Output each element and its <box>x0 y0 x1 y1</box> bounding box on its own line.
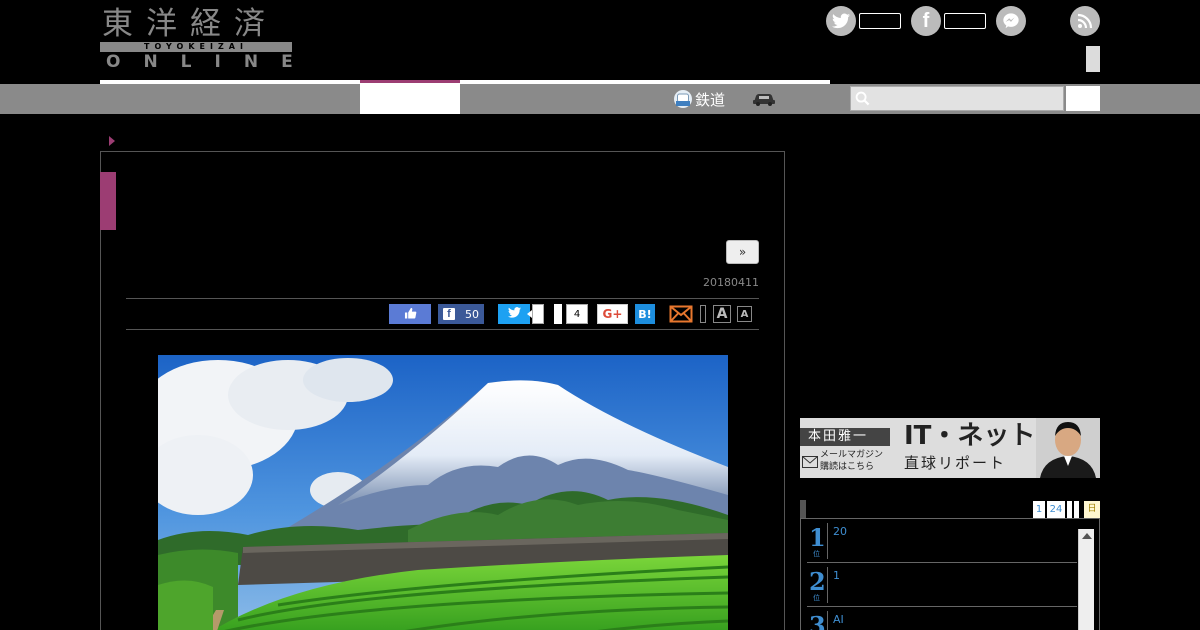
ranking-item-3[interactable]: 3 AI <box>807 607 1077 630</box>
envelope-icon <box>802 453 818 472</box>
banner-mail-line1: メールマガジン <box>820 450 884 460</box>
article-photo <box>158 355 728 630</box>
twitter-follow-count <box>859 13 901 29</box>
nav-item-railway[interactable]: 鉄道 <box>674 87 725 111</box>
author-photo <box>1036 418 1100 478</box>
ranking-number: 2 <box>809 567 826 596</box>
logo-online: ONLINE <box>106 52 316 72</box>
facebook-share-button[interactable]: f 50 <box>438 304 484 324</box>
print-button[interactable] <box>700 305 706 323</box>
facebook-icon[interactable]: f <box>911 6 941 36</box>
ranking-divider <box>827 567 828 603</box>
divider-bottom <box>126 329 759 330</box>
site-logo[interactable]: 東洋経済 TOYOKEIZAI ONLINE <box>100 6 293 72</box>
hatena-button[interactable]: B! <box>635 304 655 324</box>
share-count: 4 <box>573 308 581 320</box>
like-button[interactable] <box>389 304 431 324</box>
banner-mail-line2: 購読はこちら <box>820 462 875 472</box>
facebook-like-count <box>944 13 986 29</box>
search-button[interactable] <box>1066 86 1100 111</box>
scroll-up-icon <box>1082 533 1092 539</box>
nav-item-active[interactable] <box>360 80 460 114</box>
share-count-box: 4 <box>566 304 588 324</box>
ranking-tab-daily[interactable]: 日 <box>1084 501 1100 518</box>
google-plus-button[interactable]: G+ <box>597 304 628 324</box>
tweet-count-box <box>527 304 544 324</box>
tweet-icon <box>507 307 521 321</box>
messenger-icon[interactable] <box>996 6 1026 36</box>
hatena-icon: B! <box>638 307 652 321</box>
font-small-button[interactable]: A <box>737 306 752 322</box>
mail-icon[interactable] <box>669 304 693 324</box>
ranking-suffix: 位 <box>813 550 820 558</box>
ranking-title: 20 <box>833 525 847 538</box>
nav-item-car[interactable] <box>752 87 776 111</box>
article-date: 20180411 <box>703 276 759 289</box>
ranking-divider <box>827 523 828 559</box>
facebook-share-count: 50 <box>465 307 479 321</box>
logo-band: TOYOKEIZAI <box>100 42 292 52</box>
it-net-banner[interactable]: 本田雅一 IT・ネット 直球リポート メールマガジン 購読はこちら <box>800 418 1100 478</box>
ranking-title: 1 <box>833 569 840 582</box>
banner-title: IT・ネット <box>904 421 1036 451</box>
logo-kanji: 東洋経済 <box>102 6 278 42</box>
ranking-number: 3 <box>809 611 826 630</box>
ranking-item-2[interactable]: 2 位 1 <box>807 563 1077 607</box>
banner-author: 本田雅一 <box>800 428 890 446</box>
ranking-tab-1[interactable]: 1 <box>1033 501 1045 518</box>
ranking-title: AI <box>833 613 844 626</box>
breadcrumb-arrow-icon <box>109 136 115 146</box>
title-accent-bar <box>100 172 116 230</box>
line-share-button[interactable] <box>554 304 562 324</box>
facebook-share-icon: f <box>443 308 455 320</box>
ranking-suffix: 位 <box>813 594 820 602</box>
tweet-count-pointer <box>527 310 532 318</box>
ranking-header: 1 24 日 <box>800 500 1100 518</box>
train-icon <box>674 90 692 108</box>
nav-top-border <box>100 80 830 84</box>
nav-item-railway-label: 鉄道 <box>695 90 726 109</box>
font-small-label: A <box>740 308 749 320</box>
login-button[interactable] <box>1086 46 1100 72</box>
ranking-number: 1 <box>809 523 826 552</box>
car-icon <box>752 91 776 107</box>
ranking-tab-24[interactable]: 24 <box>1047 501 1065 518</box>
twitter-icon[interactable] <box>826 6 856 36</box>
ranking-list: 1 位 20 2 位 1 3 AI <box>800 518 1100 630</box>
divider-top <box>126 298 759 299</box>
tweet-button[interactable] <box>498 304 530 324</box>
ranking-tab-3[interactable] <box>1067 501 1072 518</box>
rss-icon[interactable] <box>1070 6 1100 36</box>
thumbs-up-icon <box>404 307 417 322</box>
banner-subtitle: 直球リポート <box>904 454 1007 472</box>
search-input[interactable] <box>850 86 1064 111</box>
ranking-header-bar <box>800 500 806 518</box>
next-page-button[interactable]: » <box>726 240 759 264</box>
font-large-label: A <box>716 306 728 322</box>
ranking-tab-4[interactable] <box>1074 501 1079 518</box>
search-icon <box>855 91 870 110</box>
font-large-button[interactable]: A <box>713 305 731 323</box>
ranking-divider <box>827 611 828 630</box>
ranking-item-1[interactable]: 1 位 20 <box>807 519 1077 563</box>
google-plus-icon: G+ <box>602 307 623 321</box>
ranking-scrollbar[interactable] <box>1078 529 1094 630</box>
